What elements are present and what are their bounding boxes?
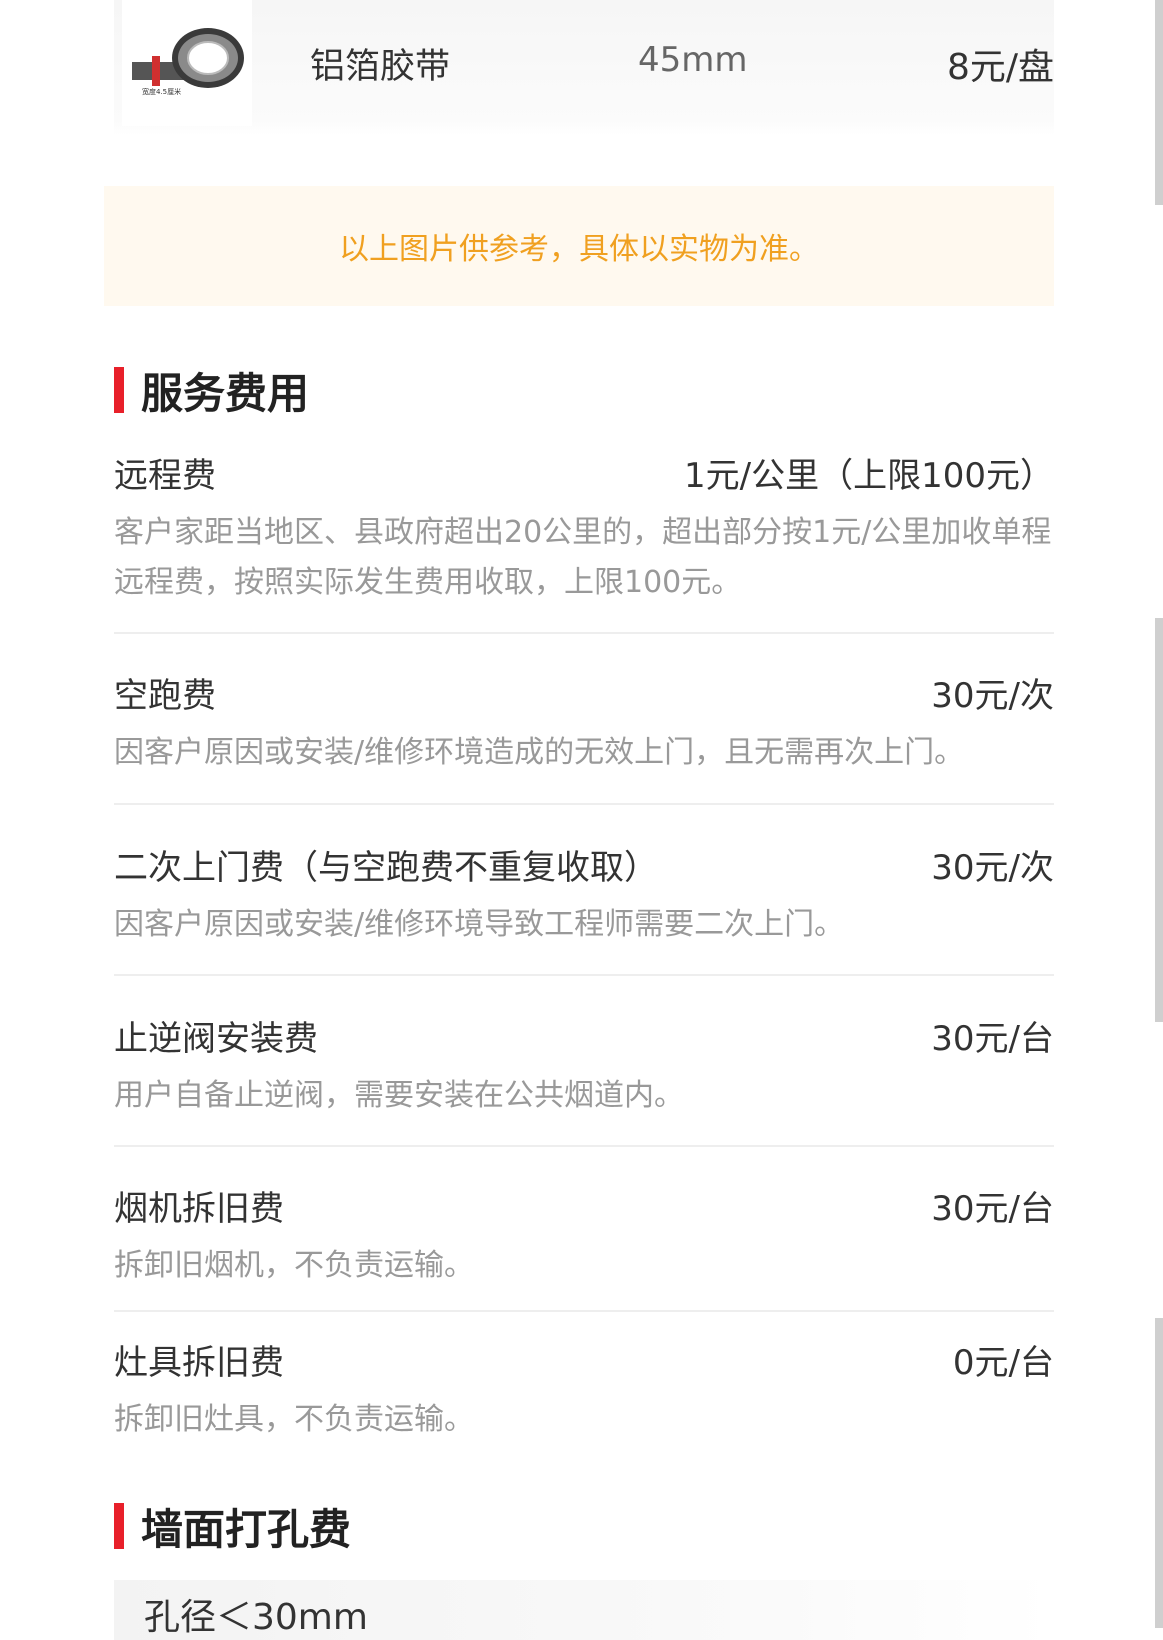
product-spec: 45mm	[638, 40, 748, 80]
scrollbar-thumb[interactable]	[1155, 0, 1163, 205]
product-row: 宽度4.5厘米 铝箔胶带 45mm 8元/盘	[114, 0, 1054, 135]
fee-price: 30元/台	[931, 1189, 1054, 1229]
hole-size-label: 孔径＜30mm	[144, 1597, 368, 1638]
tape-roll-icon: 宽度4.5厘米	[132, 28, 244, 96]
divider	[114, 803, 1054, 805]
section-title-text: 墙面打孔费	[141, 1504, 352, 1554]
fee-name: 止逆阀安装费	[114, 1019, 318, 1059]
section-title-wall-drilling: 墙面打孔费	[114, 1500, 351, 1554]
fee-item-check-valve: 止逆阀安装费 30元/台 用户自备止逆阀，需要安装在公共烟道内。	[114, 1011, 1054, 1121]
fee-item-hood-removal: 烟机拆旧费 30元/台 拆卸旧烟机，不负责运输。	[114, 1181, 1054, 1291]
fee-name: 远程费	[114, 456, 216, 496]
section-title-text: 服务费用	[141, 368, 310, 418]
fee-description: 因客户原因或安装/维修环境导致工程师需要二次上门。	[114, 907, 845, 942]
fee-item-second-visit: 二次上门费（与空跑费不重复收取） 30元/次 因客户原因或安装/维修环境导致工程…	[114, 840, 1054, 950]
fee-item-empty-trip: 空跑费 30元/次 因客户原因或安装/维修环境造成的无效上门，且无需再次上门。	[114, 668, 1054, 778]
divider	[114, 1145, 1054, 1147]
fee-description: 拆卸旧灶具，不负责运输。	[114, 1402, 474, 1437]
fee-description: 拆卸旧烟机，不负责运输。	[114, 1248, 474, 1283]
fee-description: 用户自备止逆阀，需要安装在公共烟道内。	[114, 1078, 684, 1113]
fee-price: 1元/公里（上限100元）	[684, 456, 1054, 496]
scrollbar-thumb[interactable]	[1155, 618, 1163, 1022]
fee-item-stove-removal: 灶具拆旧费 0元/台 拆卸旧灶具，不负责运输。	[114, 1335, 1054, 1445]
fee-description: 因客户原因或安装/维修环境造成的无效上门，且无需再次上门。	[114, 735, 965, 770]
hole-size-row: 孔径＜30mm	[114, 1580, 1054, 1640]
fee-price: 30元/次	[931, 676, 1054, 716]
divider	[114, 974, 1054, 976]
fee-name: 二次上门费（与空跑费不重复收取）	[114, 848, 658, 888]
product-name: 铝箔胶带	[310, 47, 451, 87]
fee-name: 空跑费	[114, 676, 216, 716]
fee-price: 30元/次	[931, 848, 1054, 888]
divider	[114, 1310, 1054, 1312]
fee-price: 30元/台	[931, 1019, 1054, 1059]
tape-width-caption: 宽度4.5厘米	[142, 87, 181, 96]
fee-item-remote: 远程费 1元/公里（上限100元） 客户家距当地区、县政府超出20公里的，超出部…	[114, 448, 1054, 608]
reference-notice-text: 以上图片供参考，具体以实物为准。	[339, 232, 819, 267]
reference-notice: 以上图片供参考，具体以实物为准。	[104, 186, 1054, 306]
section-title-service-fees: 服务费用	[114, 364, 309, 418]
product-price: 8元/盘	[946, 47, 1054, 88]
product-thumbnail: 宽度4.5厘米	[122, 0, 252, 126]
section-accent-bar	[114, 1503, 124, 1549]
fee-name: 灶具拆旧费	[114, 1343, 284, 1383]
section-accent-bar	[114, 367, 124, 413]
fee-description: 客户家距当地区、县政府超出20公里的，超出部分按1元/公里加收单程远程费，按照实…	[114, 515, 1052, 600]
fee-price: 0元/台	[952, 1343, 1054, 1383]
scrollbar-thumb[interactable]	[1155, 1318, 1163, 1628]
divider	[114, 632, 1054, 634]
fee-name: 烟机拆旧费	[114, 1189, 284, 1229]
